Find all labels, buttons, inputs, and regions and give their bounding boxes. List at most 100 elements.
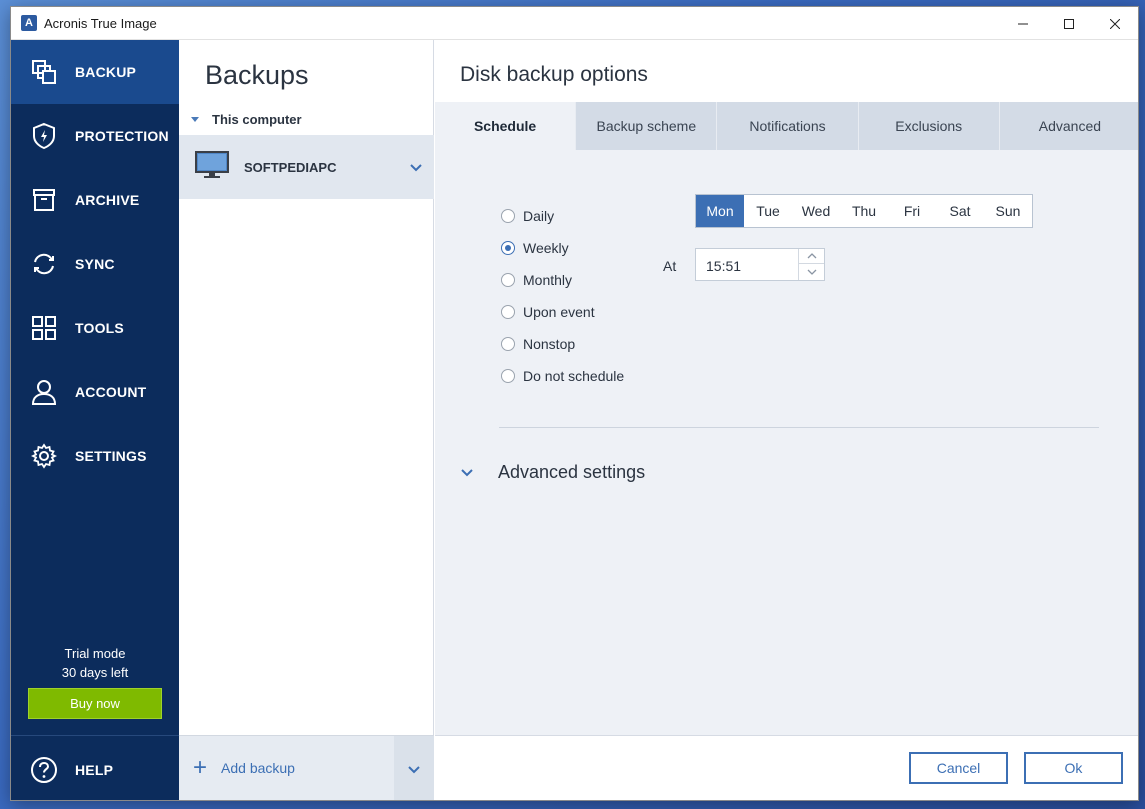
window-controls — [1000, 7, 1138, 40]
sidebar-item-backup[interactable]: BACKUP — [11, 40, 179, 104]
trial-status: Trial mode 30 days left — [11, 644, 179, 682]
buy-now-button[interactable]: Buy now — [28, 688, 162, 719]
backups-title: Backups — [205, 60, 309, 90]
minimize-icon — [1018, 23, 1028, 24]
options-tabs: Schedule Backup scheme Notifications Exc… — [435, 102, 1138, 150]
add-backup-bar: + Add backup — [179, 735, 434, 800]
group-this-computer[interactable]: This computer — [191, 112, 302, 127]
sidebar-item-label: SYNC — [75, 256, 115, 272]
chevron-up-icon — [807, 253, 816, 259]
radio-weekly[interactable]: Weekly — [501, 232, 624, 264]
radio-nonstop[interactable]: Nonstop — [501, 328, 624, 360]
add-backup-label: Add backup — [221, 760, 295, 776]
plus-icon: + — [193, 754, 208, 781]
spinner-down-button[interactable] — [799, 264, 824, 279]
tab-backup-scheme[interactable]: Backup scheme — [575, 102, 716, 150]
trial-mode-text: Trial mode — [64, 646, 126, 661]
radio-button[interactable] — [501, 209, 515, 223]
page-title: Disk backup options — [460, 63, 648, 86]
gear-icon — [29, 441, 59, 471]
advanced-settings-label: Advanced settings — [498, 462, 646, 482]
radio-label: Do not schedule — [523, 368, 625, 384]
close-button[interactable] — [1092, 7, 1138, 40]
sidebar-item-label: HELP — [75, 762, 114, 778]
shield-icon — [29, 121, 59, 151]
day-mon[interactable]: Mon — [696, 195, 744, 227]
sidebar-item-label: BACKUP — [75, 64, 137, 80]
day-fri[interactable]: Fri — [888, 195, 936, 227]
day-sat[interactable]: Sat — [936, 195, 984, 227]
radio-button[interactable] — [501, 337, 515, 351]
tab-advanced[interactable]: Advanced — [998, 102, 1138, 150]
sidebar-item-help[interactable]: HELP — [11, 742, 179, 798]
tab-notifications[interactable]: Notifications — [716, 102, 857, 150]
group-label: This computer — [212, 112, 302, 127]
chevron-down-icon — [807, 269, 816, 275]
day-thu[interactable]: Thu — [840, 195, 888, 227]
sidebar-item-label: PROTECTION — [75, 128, 169, 144]
monitor-icon — [195, 150, 229, 184]
advanced-settings-toggle[interactable]: Advanced settings — [461, 462, 645, 483]
radio-upon-event[interactable]: Upon event — [501, 296, 624, 328]
radio-button[interactable] — [501, 369, 515, 383]
backup-icon — [29, 57, 59, 87]
divider — [11, 735, 179, 736]
radio-daily[interactable]: Daily — [501, 200, 624, 232]
cancel-button[interactable]: Cancel — [909, 752, 1008, 784]
window-title: Acronis True Image — [44, 15, 157, 31]
sidebar-item-protection[interactable]: PROTECTION — [11, 104, 179, 168]
time-input[interactable]: 15:51 — [695, 248, 825, 281]
chevron-down-icon — [461, 468, 473, 476]
radio-button[interactable] — [501, 241, 515, 255]
radio-button[interactable] — [501, 305, 515, 319]
schedule-radio-group: Daily Weekly Monthly Upon event Nonstop … — [501, 200, 624, 392]
day-tue[interactable]: Tue — [744, 195, 792, 227]
time-spinner — [798, 249, 824, 280]
sidebar-item-settings[interactable]: SETTINGS — [11, 424, 179, 488]
radio-monthly[interactable]: Monthly — [501, 264, 624, 296]
minimize-button[interactable] — [1000, 7, 1046, 40]
sidebar-item-tools[interactable]: TOOLS — [11, 296, 179, 360]
maximize-icon — [1064, 18, 1074, 29]
chevron-down-icon — [408, 765, 420, 773]
close-icon — [1110, 18, 1120, 29]
divider — [499, 427, 1099, 428]
archive-icon — [29, 185, 59, 215]
app-window: A Acronis True Image BACKUP PROTECTION A… — [10, 6, 1139, 801]
radio-label: Monthly — [523, 272, 573, 288]
radio-do-not-schedule[interactable]: Do not schedule — [501, 360, 624, 392]
app-logo-icon: A — [21, 15, 37, 31]
day-wed[interactable]: Wed — [792, 195, 840, 227]
add-backup-dropdown[interactable] — [394, 736, 434, 800]
backup-item-name: SOFTPEDIAPC — [244, 159, 337, 175]
chevron-down-icon[interactable] — [410, 159, 422, 177]
backup-item[interactable]: SOFTPEDIAPC — [179, 135, 434, 199]
radio-button[interactable] — [501, 273, 515, 287]
tab-exclusions[interactable]: Exclusions — [857, 102, 999, 150]
weekday-selector: Mon Tue Wed Thu Fri Sat Sun — [695, 194, 1033, 228]
backups-list-panel: Backups This computer SOFTPEDIAPC + Add … — [179, 40, 434, 800]
options-header: Disk backup options — [435, 40, 1138, 102]
sync-icon — [29, 249, 59, 279]
sidebar-item-label: ACCOUNT — [75, 384, 147, 400]
tab-schedule[interactable]: Schedule — [435, 102, 576, 150]
spinner-up-button[interactable] — [799, 249, 824, 264]
sidebar-item-account[interactable]: ACCOUNT — [11, 360, 179, 424]
ok-button[interactable]: Ok — [1024, 752, 1123, 784]
sidebar-item-sync[interactable]: SYNC — [11, 232, 179, 296]
help-icon — [29, 755, 59, 785]
add-backup-button[interactable]: + Add backup — [193, 754, 295, 781]
maximize-button[interactable] — [1046, 7, 1092, 40]
time-value: 15:51 — [706, 258, 742, 274]
sidebar-item-label: TOOLS — [75, 320, 124, 336]
trial-days-left: 30 days left — [61, 665, 129, 680]
sidebar-item-label: ARCHIVE — [75, 192, 140, 208]
collapse-triangle-icon — [191, 117, 199, 122]
sidebar: BACKUP PROTECTION ARCHIVE SYNC TOOLS ACC… — [11, 40, 179, 800]
day-sun[interactable]: Sun — [984, 195, 1032, 227]
sidebar-item-archive[interactable]: ARCHIVE — [11, 168, 179, 232]
sidebar-item-label: SETTINGS — [75, 448, 147, 464]
disk-backup-options-panel: Disk backup options Schedule Backup sche… — [435, 40, 1138, 800]
at-label: At — [663, 258, 677, 274]
account-icon — [29, 377, 59, 407]
